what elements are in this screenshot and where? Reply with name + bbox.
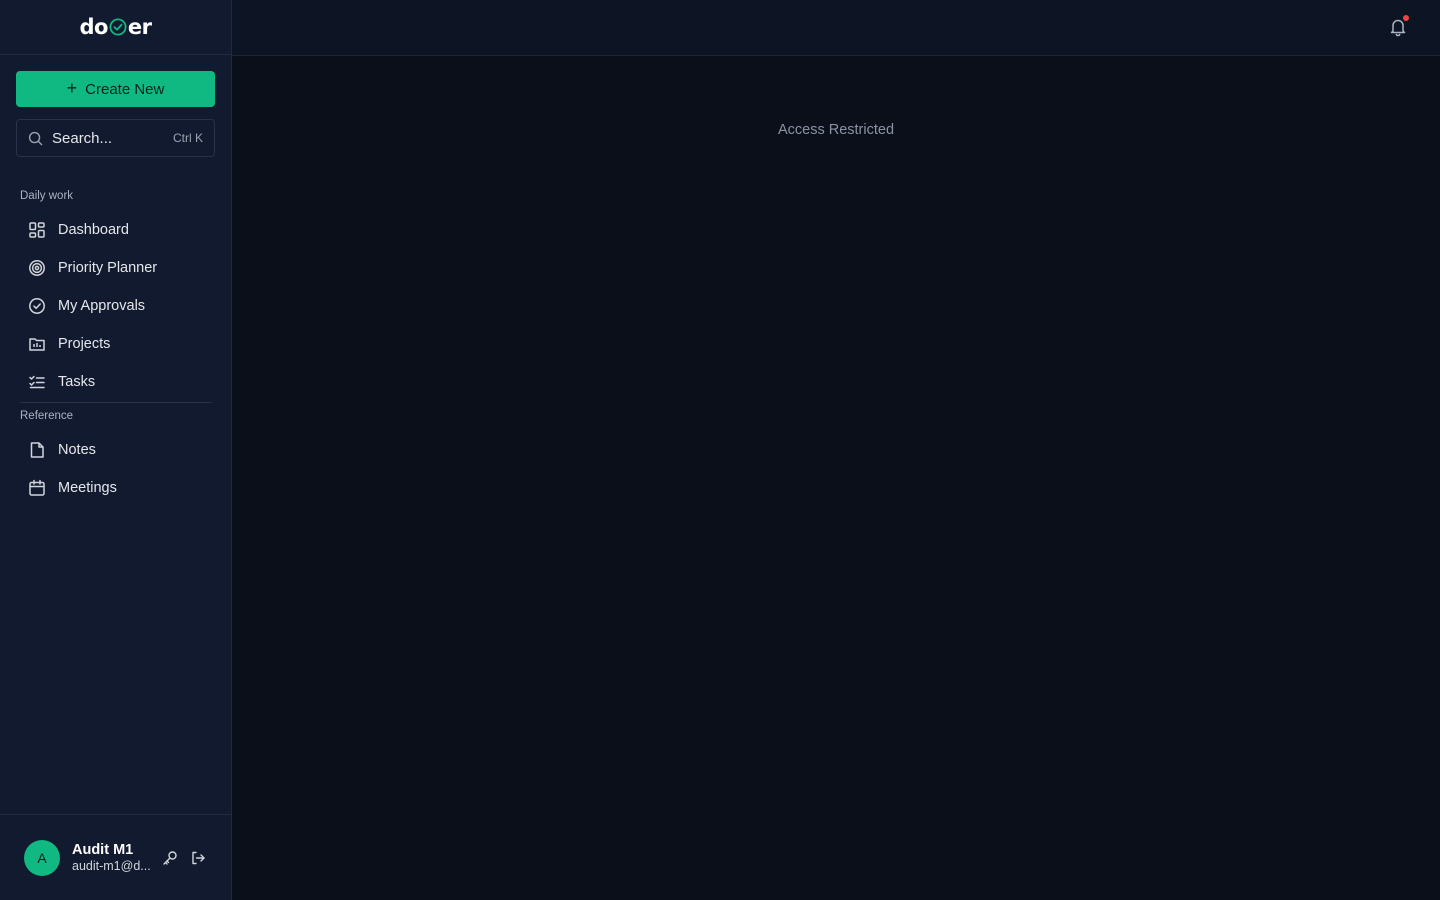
check-circle-logo-icon: [109, 18, 127, 36]
search-placeholder: Search...: [52, 129, 113, 147]
user-profile-bar: A Audit M1 audit-m1@d...: [0, 814, 231, 900]
grid-icon: [29, 222, 45, 238]
calendar-icon: [29, 479, 45, 496]
folder-chart-icon: [29, 338, 45, 351]
sidebar-item-priority-planner[interactable]: Priority Planner: [20, 251, 212, 285]
create-new-button[interactable]: + Create New: [16, 71, 215, 107]
sidebar-item-label: Projects: [58, 336, 111, 352]
sidebar-item-my-approvals[interactable]: My Approvals: [20, 289, 212, 323]
section-divider: [20, 402, 212, 403]
list-checks-icon: [29, 375, 45, 389]
sidebar-item-label: Priority Planner: [58, 260, 158, 276]
brand-logo[interactable]: do er: [79, 15, 152, 39]
create-new-label: Create New: [85, 80, 165, 98]
sidebar-item-label: Dashboard: [58, 222, 129, 238]
logout-icon[interactable]: [190, 850, 206, 866]
search-icon: [28, 131, 43, 145]
key-icon[interactable]: [162, 850, 178, 866]
sidebar: do er + Create New Search... Ctrl K Dail…: [0, 0, 232, 900]
user-name: Audit M1: [72, 842, 134, 858]
sidebar-item-meetings[interactable]: Meetings: [20, 471, 212, 505]
sidebar-item-notes[interactable]: Notes: [20, 433, 212, 467]
sidebar-item-label: Tasks: [58, 374, 96, 390]
app-root: do er + Create New Search... Ctrl K Dail…: [0, 0, 1440, 900]
top-bar: [232, 0, 1440, 56]
logo-bar: do er: [0, 0, 231, 55]
sidebar-item-projects[interactable]: Projects: [20, 327, 212, 361]
search-box[interactable]: Search... Ctrl K: [16, 119, 215, 157]
search-shortcut-hint: Ctrl K: [173, 131, 203, 145]
avatar[interactable]: A: [24, 839, 60, 876]
sidebar-item-dashboard[interactable]: Dashboard: [20, 213, 212, 247]
logo-text-right: er: [127, 15, 152, 39]
access-restricted-message: Access Restricted: [777, 122, 895, 138]
sidebar-item-label: Notes: [58, 442, 96, 458]
file-icon: [30, 442, 44, 458]
notification-dot: [1403, 15, 1409, 21]
plus-icon: +: [66, 78, 78, 98]
user-actions: [162, 850, 206, 866]
sidebar-item-label: Meetings: [58, 480, 117, 496]
user-email: audit-m1@d...: [72, 859, 151, 873]
check-circle-icon: [29, 298, 45, 314]
target-icon: [29, 260, 45, 276]
sidebar-item-label: My Approvals: [58, 298, 146, 314]
logo-text-left: do: [79, 15, 108, 39]
user-info: Audit M1 audit-m1@d...: [72, 842, 152, 873]
section-label-daily-work: Daily work: [20, 190, 74, 202]
sidebar-item-tasks[interactable]: Tasks: [20, 365, 212, 399]
notifications-button[interactable]: [1388, 15, 1409, 37]
section-label-reference: Reference: [20, 410, 74, 422]
